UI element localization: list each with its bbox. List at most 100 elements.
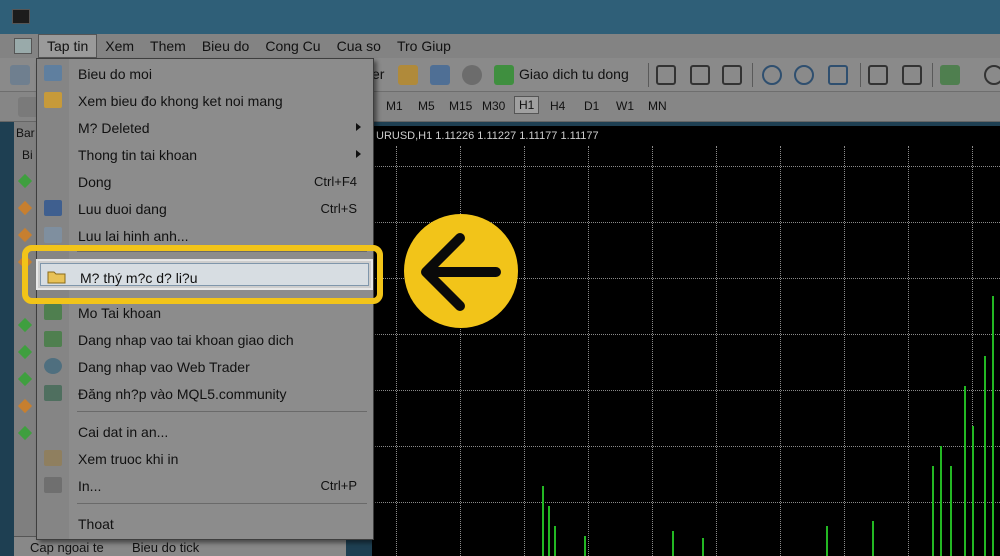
line-chart-icon[interactable] xyxy=(722,65,742,85)
menu-item-print-preview[interactable]: Xem truoc khi in xyxy=(37,445,373,472)
menu-item-login-webtrader[interactable]: Dang nhap vao Web Trader xyxy=(37,353,373,380)
arrow-left-icon xyxy=(421,233,501,311)
menu-item-label: Mo Tai khoan xyxy=(78,305,162,321)
clock-icon[interactable] xyxy=(984,65,1000,85)
save-icon xyxy=(44,200,62,216)
timeframe-m5[interactable]: M5 xyxy=(418,99,435,113)
menu-item-save-as[interactable]: Luu duoi dang Ctrl+S xyxy=(37,195,373,222)
symbol-icon xyxy=(17,200,33,216)
bar-chart-icon[interactable] xyxy=(656,65,676,85)
menu-view[interactable]: Xem xyxy=(97,35,142,57)
timeframe-w1[interactable]: W1 xyxy=(616,99,634,113)
title-bar xyxy=(0,0,1000,34)
menu-item-label: Thong tin tai khoan xyxy=(78,147,198,163)
menu-item-label: Cai dat in an... xyxy=(78,424,169,440)
menu-item-label: Thoat xyxy=(78,516,114,532)
menu-file[interactable]: Tap tin xyxy=(38,34,98,58)
menu-item-label: Xem truoc khi in xyxy=(78,451,179,467)
save-picture-icon xyxy=(44,227,62,243)
tile-windows-icon[interactable] xyxy=(828,65,848,85)
symbol-icon xyxy=(17,371,33,387)
menu-item-print[interactable]: In... Ctrl+P xyxy=(37,472,373,499)
symbol-icon xyxy=(17,398,33,414)
menu-item-label: Bieu do moi xyxy=(78,66,152,82)
list-item[interactable] xyxy=(16,395,36,422)
candle xyxy=(984,356,986,556)
candle xyxy=(826,526,828,556)
timeframe-m15[interactable]: M15 xyxy=(449,99,472,113)
menu-item-login-mql5[interactable]: Đăng nh?p vào MQL5.community xyxy=(37,380,373,407)
chart-symbol-label: URUSD,H1 1.11226 1.11227 1.11177 1.11177 xyxy=(376,130,599,142)
market-watch-icon[interactable] xyxy=(430,65,450,85)
menu-item-exit[interactable]: Thoat xyxy=(37,510,373,537)
list-item[interactable] xyxy=(16,368,36,395)
menu-item-label: Dang nhap vao tai khoan giao dich xyxy=(78,332,294,348)
timeframe-m1[interactable]: M1 xyxy=(386,99,403,113)
chart-shift-icon[interactable] xyxy=(868,65,888,85)
grid-line xyxy=(372,502,1000,503)
timeframe-h1[interactable]: H1 xyxy=(514,96,540,114)
grid-line xyxy=(652,146,653,556)
menu-item-new-chart[interactable]: Bieu do moi xyxy=(37,60,373,87)
menu-item-print-setup[interactable]: Cai dat in an... xyxy=(37,418,373,445)
list-item[interactable] xyxy=(16,422,36,449)
autotrade-label[interactable]: Giao dich tu dong xyxy=(519,66,629,82)
symbol-icon xyxy=(17,425,33,441)
submenu-arrow-icon xyxy=(356,150,361,158)
price-chart[interactable]: URUSD,H1 1.11226 1.11227 1.11177 1.11177 xyxy=(372,126,1000,556)
menu-item-open-deleted[interactable]: M? Deleted xyxy=(37,114,373,141)
menu-help[interactable]: Tro Giup xyxy=(389,35,459,57)
navigator-icon[interactable] xyxy=(398,65,418,85)
zoom-in-icon[interactable] xyxy=(762,65,782,85)
new-chart-icon xyxy=(44,65,62,81)
menu-item-login-trade[interactable]: Dang nhap vao tai khoan giao dich xyxy=(37,326,373,353)
open-offline-icon xyxy=(44,92,62,108)
cursor-icon[interactable] xyxy=(18,97,38,117)
autotrade-icon[interactable] xyxy=(494,65,514,85)
grid-line xyxy=(780,146,781,556)
list-item[interactable] xyxy=(16,341,36,368)
timeframe-d1[interactable]: D1 xyxy=(584,99,599,113)
autoscroll-icon[interactable] xyxy=(902,65,922,85)
menu-insert[interactable]: Them xyxy=(142,35,194,57)
timeframe-mn[interactable]: MN xyxy=(648,99,667,113)
grid-line xyxy=(908,146,909,556)
menu-item-account-info[interactable]: Thong tin tai khoan xyxy=(37,141,373,168)
candle xyxy=(672,531,674,556)
app-icon xyxy=(12,9,30,24)
menu-window[interactable]: Cua so xyxy=(329,35,389,57)
timeframe-h4[interactable]: H4 xyxy=(550,99,565,113)
list-item[interactable] xyxy=(16,314,36,341)
globe-icon[interactable] xyxy=(462,65,482,85)
timeframe-m30[interactable]: M30 xyxy=(482,99,505,113)
menu-tools[interactable]: Cong Cu xyxy=(257,35,328,57)
tab-tick-chart[interactable]: Bieu do tick xyxy=(132,540,199,555)
menu-charts[interactable]: Bieu do xyxy=(194,35,257,57)
indicators-icon[interactable] xyxy=(940,65,960,85)
panel-column-header: Bi xyxy=(22,148,33,162)
symbol-icon xyxy=(17,173,33,189)
document-icon[interactable] xyxy=(14,38,32,54)
menu-item-close[interactable]: Dong Ctrl+F4 xyxy=(37,168,373,195)
candlestick-icon[interactable] xyxy=(690,65,710,85)
toolbar-separator xyxy=(648,63,649,87)
grid-line xyxy=(844,146,845,556)
toolbar-separator xyxy=(932,63,933,87)
candle xyxy=(554,526,556,556)
tab-symbols[interactable]: Cap ngoai te xyxy=(30,540,104,555)
symbol-icon xyxy=(17,317,33,333)
candle xyxy=(548,506,550,556)
menu-item-label: Luu duoi dang xyxy=(78,201,167,217)
menu-item-open-offline[interactable]: Xem bieu đo khong ket noi mang xyxy=(37,87,373,114)
candle xyxy=(992,296,994,556)
new-chart-icon[interactable] xyxy=(10,65,30,85)
zoom-out-icon[interactable] xyxy=(794,65,814,85)
candle xyxy=(940,446,942,556)
menu-item-label: M? Deleted xyxy=(78,120,150,136)
symbol-icon xyxy=(17,344,33,360)
menu-item-shortcut: Ctrl+P xyxy=(320,478,357,493)
submenu-arrow-icon xyxy=(356,123,361,131)
list-item[interactable] xyxy=(16,197,36,224)
list-item[interactable] xyxy=(16,170,36,197)
grid-line xyxy=(396,146,397,556)
